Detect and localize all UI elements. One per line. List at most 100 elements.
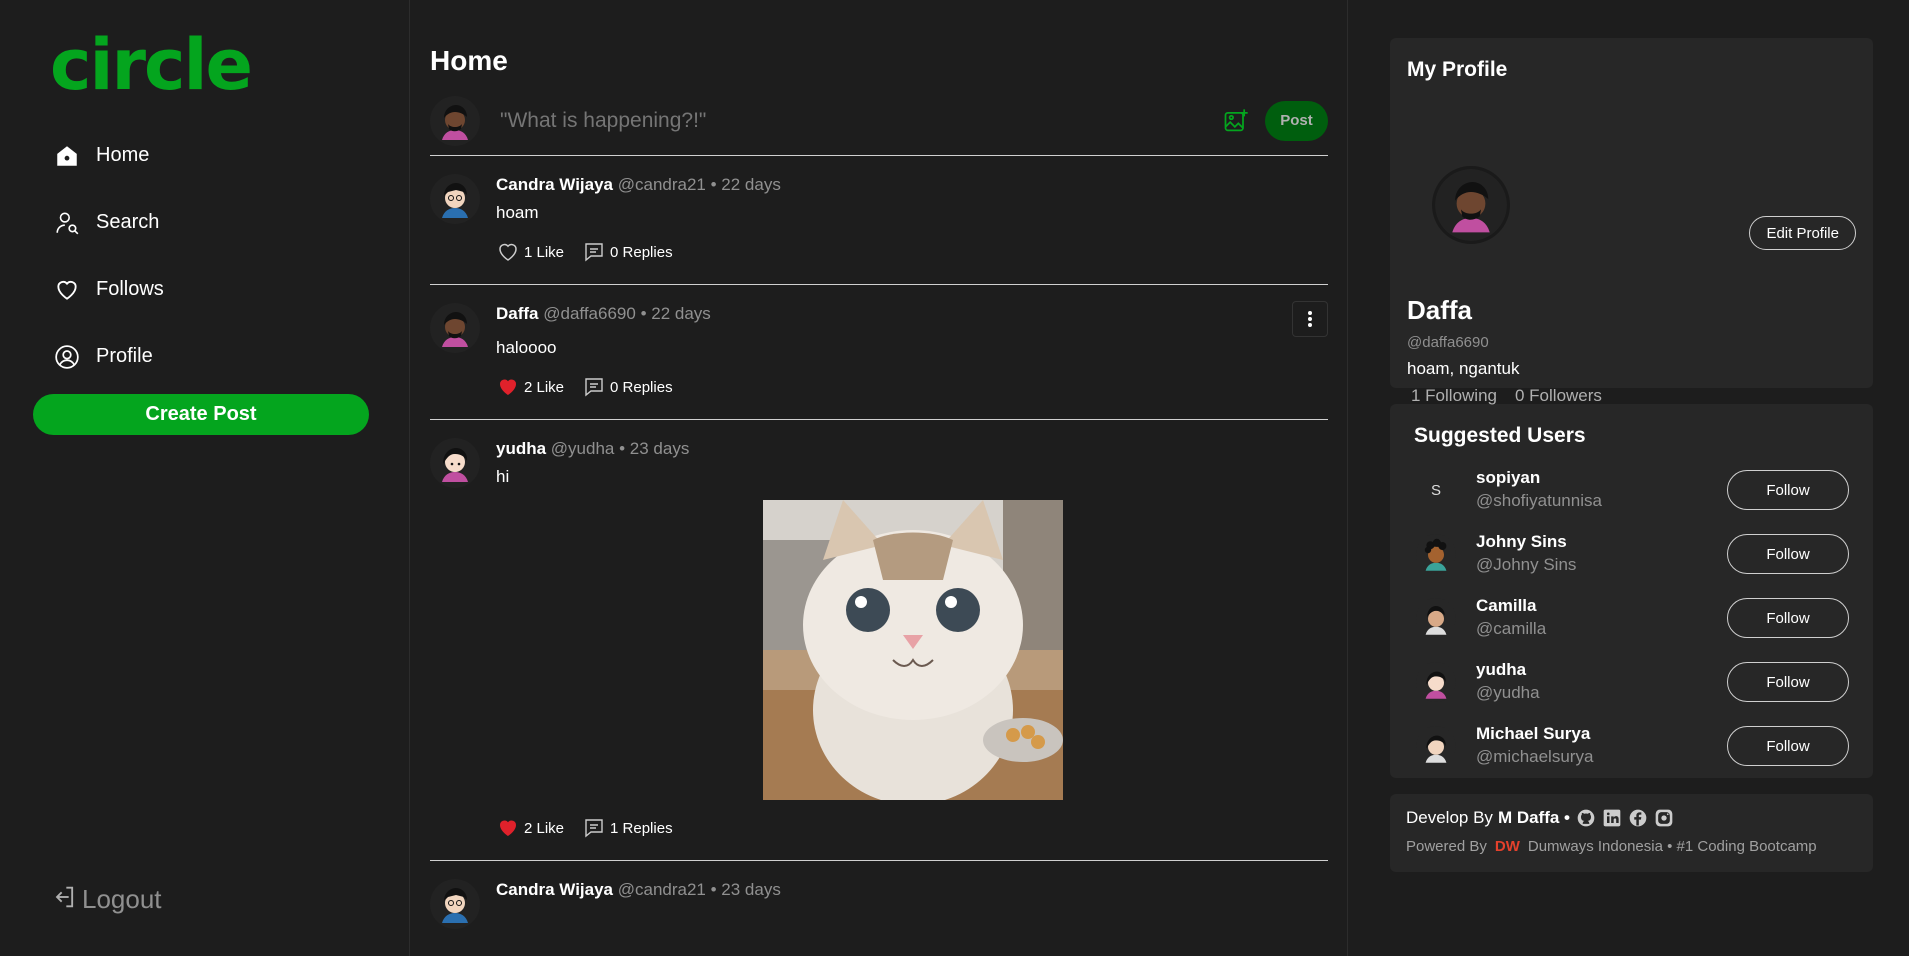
suggested-user-name[interactable]: Johny Sins [1476,531,1727,553]
like-count: 2 Like [524,819,565,837]
post-text: hoam [496,203,539,222]
instagram-icon[interactable] [1654,808,1674,828]
profile-stats: 1 Following 0 Followers [1411,386,1602,406]
develop-by-label: Develop By [1406,808,1493,827]
post-image-cat[interactable] [763,500,1063,800]
followers-count[interactable]: 0 Followers [1515,386,1602,406]
post-time: • 23 days [619,439,690,458]
like-button[interactable]: 2 Like [496,816,564,840]
like-button[interactable]: 1 Like [496,240,564,264]
sidebar-nav: Home Search Follows Profile [33,122,376,390]
add-image-icon[interactable] [1221,106,1251,136]
my-profile-card: My Profile Edit Profile Daffa @daffa6690… [1390,38,1873,405]
reply-count: 0 Replies [610,243,673,261]
post-composer: Post [430,86,1328,156]
reply-count: 0 Replies [610,378,673,396]
heart-filled-icon [500,379,516,395]
avatar[interactable] [1414,724,1458,768]
page-title: Home [430,45,508,76]
follow-button[interactable]: Follow [1727,598,1849,638]
avatar[interactable] [1414,532,1458,576]
app-logo[interactable]: circle [50,30,376,100]
suggested-user-name[interactable]: sopiyan [1476,467,1727,489]
post-author-handle: @candra21 [617,175,706,194]
post-author-name[interactable]: Candra Wijaya [496,880,613,899]
suggested-user-row: yudha @yudha Follow [1414,650,1849,714]
reply-count: 1 Replies [610,819,673,837]
profile-handle: @daffa6690 [1407,334,1489,351]
suggested-user-row: Michael Surya @michaelsurya Follow [1414,714,1849,778]
company-name: Dumways Indonesia • #1 Coding Bootcamp [1527,838,1817,855]
post-menu-button[interactable] [1292,301,1328,337]
comment-icon [585,378,603,397]
avatar-initial: S [1430,481,1441,499]
suggested-users-card: Suggested Users S sopiyan @shofiyatunnis… [1390,404,1873,778]
follow-button[interactable]: Follow [1727,534,1849,574]
developer-name: M Daffa • [1497,808,1571,827]
post-item: yudha @yudha • 23 days hi 2 Like 1 Repli… [430,420,1328,861]
follow-button[interactable]: Follow [1727,662,1849,702]
dumways-logo: DW [1494,838,1520,855]
following-count[interactable]: 1 Following [1411,386,1497,406]
post-author-handle: @daffa6690 [543,304,636,323]
profile-icon [53,343,81,371]
post-author-name[interactable]: Daffa [496,304,539,323]
footer-card: Develop By M Daffa • Powered By DW Dumwa… [1390,794,1873,872]
facebook-icon[interactable] [1628,808,1648,828]
github-icon[interactable] [1576,808,1596,828]
nav-item-profile[interactable]: Profile [33,323,376,390]
like-count: 1 Like [524,243,565,261]
post-item: Candra Wijaya @candra21 • 22 days hoam 1… [430,156,1328,285]
suggested-user-name[interactable]: yudha [1476,659,1727,681]
like-count: 2 Like [524,378,565,396]
nav-item-follows[interactable]: Follows [33,256,376,323]
nav-label-profile: Profile [96,345,153,367]
avatar[interactable] [430,174,480,224]
suggested-user-name[interactable]: Michael Surya [1476,723,1727,745]
post-author-name[interactable]: Candra Wijaya [496,175,613,194]
follow-button[interactable]: Follow [1727,726,1849,766]
reply-button[interactable]: 1 Replies [582,816,673,840]
avatar[interactable] [430,438,480,488]
avatar[interactable] [1414,660,1458,704]
post-time: • 22 days [710,175,781,194]
avatar[interactable] [430,879,480,929]
reply-button[interactable]: 0 Replies [582,240,673,264]
post-author-name[interactable]: yudha [496,439,546,458]
suggested-users-title: Suggested Users [1414,424,1586,447]
follow-button[interactable]: Follow [1727,470,1849,510]
avatar[interactable]: S [1414,468,1458,512]
post-text: haloooo [496,338,557,357]
create-post-button[interactable]: Create Post [33,394,369,435]
post-time: • 23 days [710,880,781,899]
home-icon [53,142,81,170]
linkedin-icon[interactable] [1602,808,1622,828]
like-button[interactable]: 2 Like [496,375,564,399]
reply-button[interactable]: 0 Replies [582,375,673,399]
right-panel: My Profile Edit Profile Daffa @daffa6690… [1348,0,1909,956]
suggested-user-name[interactable]: Camilla [1476,595,1727,617]
edit-profile-button[interactable]: Edit Profile [1749,216,1856,250]
profile-bio: hoam, ngantuk [1407,359,1520,378]
nav-item-home[interactable]: Home [33,122,376,189]
avatar[interactable] [430,303,480,353]
post-text: hi [496,467,510,486]
logout-button[interactable]: Logout [50,883,162,916]
post-author-handle: @candra21 [617,880,706,899]
powered-by-label: Powered By [1406,838,1487,855]
heart-outline-icon [499,243,517,261]
suggested-user-handle: @yudha [1476,683,1540,702]
composer-input[interactable] [500,108,1221,133]
suggested-user-handle: @camilla [1476,619,1547,638]
nav-item-search[interactable]: Search [33,189,376,256]
nav-label-search: Search [96,211,160,233]
comment-icon [585,243,603,262]
suggested-user-row: Camilla @camilla Follow [1414,586,1849,650]
post-button[interactable]: Post [1265,100,1328,141]
post-item: Daffa @daffa6690 • 22 days haloooo 2 Lik… [430,285,1328,420]
more-vertical-icon [1308,311,1312,327]
profile-avatar[interactable] [1432,166,1510,244]
heart-icon [53,276,81,304]
post-author-handle: @yudha [550,439,615,458]
avatar[interactable] [1414,596,1458,640]
